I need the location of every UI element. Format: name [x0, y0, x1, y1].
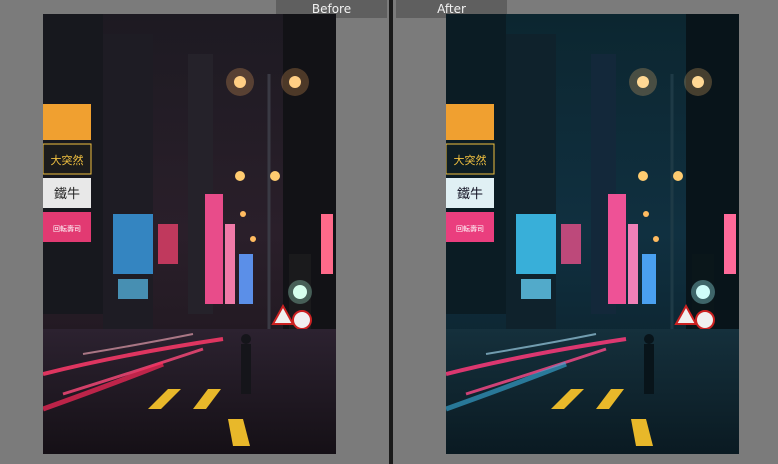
before-photo-image: 大突然 鐵牛 回転壽司: [43, 14, 336, 454]
svg-text:大突然: 大突然: [454, 153, 487, 167]
after-panel: After 大突然 鐵牛 回転壽司: [393, 0, 778, 464]
after-photo: 大突然 鐵牛 回転壽司: [446, 14, 739, 454]
before-photo: 大突然 鐵牛 回転壽司: [43, 14, 336, 454]
before-panel: Before 大突然 鐵牛 回転壽司: [0, 0, 389, 464]
svg-text:鐵牛: 鐵牛: [457, 186, 483, 202]
svg-text:回転壽司: 回転壽司: [456, 224, 484, 233]
svg-text:大突然: 大突然: [51, 153, 84, 167]
after-photo-image: 大突然 鐵牛 回転壽司: [446, 14, 739, 454]
svg-text:回転壽司: 回転壽司: [53, 224, 81, 233]
svg-text:鐵牛: 鐵牛: [54, 186, 80, 202]
